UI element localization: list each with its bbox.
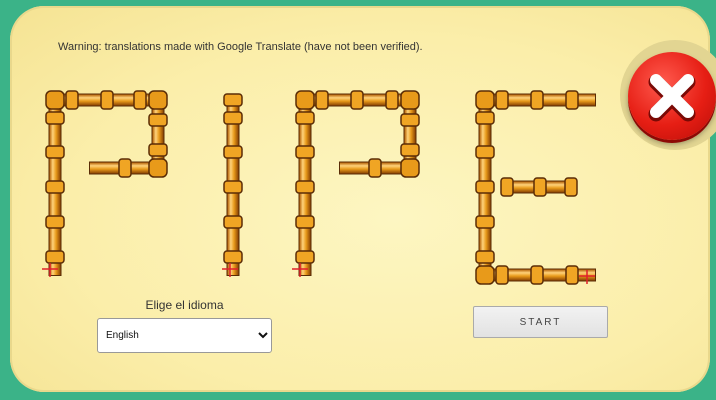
language-label: Elige el idioma	[145, 298, 224, 312]
language-select[interactable]: English	[97, 318, 272, 353]
close-x-icon	[648, 74, 696, 122]
start-button[interactable]: START	[473, 306, 608, 338]
close-button[interactable]	[628, 52, 716, 140]
